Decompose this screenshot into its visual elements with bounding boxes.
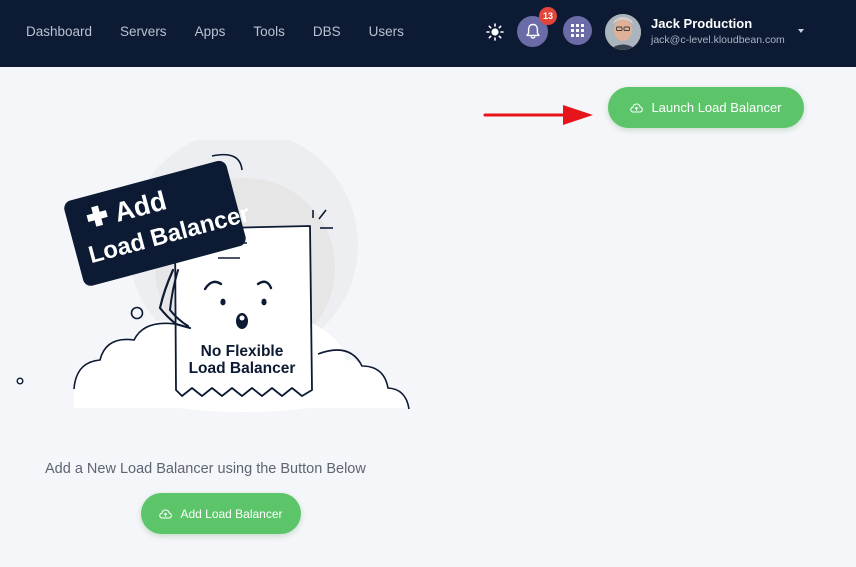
user-avatar[interactable]: [605, 14, 641, 50]
add-load-balancer-button[interactable]: Add Load Balancer: [141, 493, 301, 534]
add-button-label: Add Load Balancer: [180, 506, 283, 521]
paper-text-line1: No Flexible: [201, 343, 284, 360]
nav-item-dbs[interactable]: DBS: [313, 24, 341, 40]
nav-item-apps[interactable]: Apps: [195, 24, 226, 40]
user-name[interactable]: Jack Production: [651, 16, 752, 31]
launch-load-balancer-button[interactable]: Launch Load Balancer: [608, 87, 804, 128]
sun-icon[interactable]: [485, 22, 505, 42]
empty-state-illustration: No Flexible Load Balancer Add Load Balan…: [16, 140, 410, 412]
avatar-photo: [605, 14, 641, 50]
empty-state-message: Add a New Load Balancer using the Button…: [45, 461, 366, 477]
launch-button-label: Launch Load Balancer: [651, 100, 782, 115]
red-arrow-pointer: [483, 105, 593, 125]
cloud-upload-icon: [159, 508, 173, 518]
nav-item-dashboard[interactable]: Dashboard: [26, 24, 92, 40]
grid-icon: [571, 24, 584, 37]
nav-item-tools[interactable]: Tools: [253, 24, 285, 40]
user-menu-caret-icon[interactable]: [798, 29, 804, 33]
nav-item-servers[interactable]: Servers: [120, 24, 167, 40]
user-email: jack@c-level.kloudbean.com: [651, 34, 785, 46]
paper-text-line2: Load Balancer: [189, 360, 296, 377]
top-navbar: Dashboard Servers Apps Tools DBS Users 1…: [0, 0, 856, 67]
bell-icon: [525, 23, 540, 39]
nav-item-users[interactable]: Users: [369, 24, 404, 40]
apps-grid-button[interactable]: [563, 16, 592, 45]
notification-count-badge: 13: [539, 7, 557, 25]
main-nav: Dashboard Servers Apps Tools DBS Users: [26, 24, 432, 40]
cloud-upload-icon: [630, 102, 644, 112]
